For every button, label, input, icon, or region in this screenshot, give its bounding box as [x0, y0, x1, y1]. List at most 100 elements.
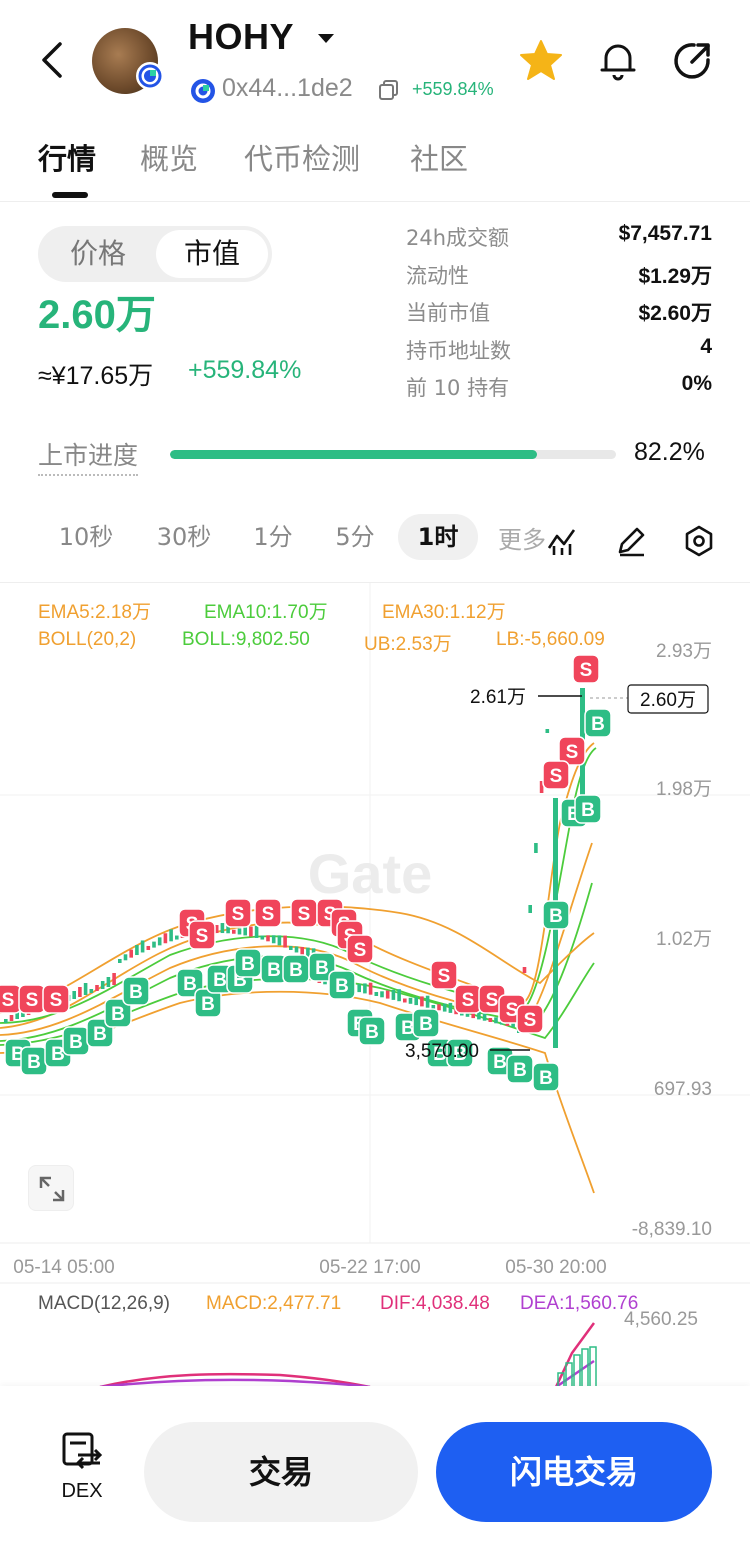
- sell-marker-label: S: [298, 904, 311, 925]
- sell-marker-label: S: [524, 1010, 537, 1031]
- up-candle: [391, 989, 396, 1000]
- share-icon[interactable]: [670, 38, 716, 84]
- buy-marker-label: B: [419, 1014, 433, 1035]
- chevron-down-icon[interactable]: [318, 34, 334, 43]
- buy-marker-label: B: [241, 954, 255, 975]
- buy-marker: B: [532, 1062, 560, 1092]
- flash-trade-button[interactable]: 闪电交易: [436, 1422, 712, 1522]
- up-candle: [135, 945, 139, 956]
- tab-indicator: [52, 192, 88, 198]
- draw-pen-icon[interactable]: [614, 524, 648, 558]
- down-candle: [95, 985, 99, 991]
- buy-marker: B: [584, 708, 612, 738]
- stat-label-holders: 持币地址数: [406, 339, 511, 363]
- cny-change: +559.84%: [188, 356, 302, 384]
- token-address: 0x44...1de2: [222, 74, 353, 102]
- sell-marker: S: [516, 1004, 544, 1034]
- down-candle: [163, 933, 168, 944]
- down-candle: [9, 1015, 14, 1021]
- down-candle: [283, 935, 287, 948]
- tab-overview[interactable]: 概览: [140, 136, 198, 178]
- toggle-mcap[interactable]: 市值: [156, 230, 268, 278]
- buy-marker: B: [412, 1008, 440, 1038]
- stat-value-volume: $7,457.71: [618, 222, 712, 245]
- sell-marker-label: S: [26, 990, 39, 1011]
- chart-canvas[interactable]: Gate SSSSSSSSSSSSSSSSSSSSBBBBBBBBBBBBBBB…: [0, 583, 750, 1387]
- down-candle: [146, 945, 151, 950]
- dex-label: DEX: [61, 1480, 103, 1502]
- sell-marker: S: [430, 960, 458, 990]
- up-candle: [220, 923, 225, 934]
- up-candle: [271, 935, 276, 944]
- sell-marker: S: [346, 934, 374, 964]
- buy-marker-label: B: [549, 906, 563, 927]
- sell-marker: S: [18, 984, 46, 1014]
- macd-dea-label: DEA:1,560.76: [520, 1293, 639, 1314]
- stat-value-mcap: $2.60万: [638, 302, 712, 325]
- sell-marker-label: S: [196, 926, 209, 947]
- star-icon[interactable]: [518, 38, 564, 82]
- buy-marker-label: B: [315, 958, 329, 979]
- up-candle: [152, 941, 156, 948]
- interval-1m[interactable]: 1分: [240, 514, 306, 560]
- up-candle: [72, 991, 76, 999]
- buy-marker-label: B: [591, 714, 605, 735]
- y-tick-label: 1.02万: [656, 929, 712, 950]
- max-price-label: 2.61万: [470, 687, 526, 708]
- interval-1h[interactable]: 1时: [398, 514, 478, 560]
- buy-marker-label: B: [513, 1060, 527, 1081]
- price-mcap-toggle: 价格 市值: [38, 226, 272, 282]
- back-arrow-icon[interactable]: [34, 38, 74, 82]
- listing-progress-label[interactable]: 上市进度: [38, 436, 139, 476]
- buy-marker-label: B: [129, 982, 143, 1003]
- expand-icon[interactable]: [28, 1165, 74, 1211]
- x-tick-label: 05-22 17:00: [319, 1257, 420, 1278]
- indicator-icon[interactable]: [546, 524, 580, 558]
- min-price-label: 3,570.00: [405, 1041, 479, 1062]
- up-candle: [169, 929, 173, 942]
- x-tick-label: 05-30 20:00: [505, 1257, 606, 1278]
- buy-marker-label: B: [335, 976, 349, 997]
- boll-lb-label: LB:-5,660.09: [496, 629, 605, 650]
- interval-5m[interactable]: 5分: [322, 514, 388, 560]
- up-candle: [4, 1019, 8, 1023]
- dex-button[interactable]: DEX: [52, 1430, 112, 1510]
- settings-hex-icon[interactable]: [682, 524, 716, 558]
- interval-30s[interactable]: 30秒: [144, 514, 224, 560]
- tab-token-check[interactable]: 代币检测: [244, 136, 360, 178]
- trade-button[interactable]: 交易: [144, 1422, 418, 1522]
- macd-value-label: MACD:2,477.71: [206, 1293, 342, 1314]
- up-candle: [237, 928, 242, 935]
- buy-marker-label: B: [539, 1068, 553, 1089]
- candlestick-chart[interactable]: Gate SSSSSSSSSSSSSSSSSSSSBBBBBBBBBBBBBBB…: [0, 582, 750, 1387]
- listing-progress-bar: [170, 450, 616, 459]
- down-candle: [232, 929, 236, 934]
- token-name[interactable]: HOHY: [188, 16, 294, 58]
- buy-marker-label: B: [267, 960, 281, 981]
- buy-marker: B: [62, 1026, 90, 1056]
- toggle-price[interactable]: 价格: [42, 230, 154, 278]
- boll-label: BOLL(20,2): [38, 629, 137, 650]
- tab-community[interactable]: 社区: [410, 136, 468, 178]
- stat-value-top10: 0%: [681, 372, 712, 395]
- sell-marker-label: S: [50, 990, 63, 1011]
- tab-market[interactable]: 行情: [38, 136, 96, 178]
- sell-marker-label: S: [566, 742, 579, 763]
- up-candle: [494, 1017, 498, 1024]
- current-price-label: 2.60万: [640, 690, 696, 711]
- bell-icon[interactable]: [596, 38, 640, 82]
- up-candle: [157, 937, 162, 946]
- macd-tick-label: 4,560.25: [624, 1309, 698, 1330]
- up-candle: [118, 959, 122, 963]
- sell-marker: S: [572, 654, 600, 684]
- sell-marker-label: S: [354, 940, 367, 961]
- up-candle: [106, 977, 111, 987]
- buy-marker-label: B: [201, 994, 215, 1015]
- stat-value-holders: 4: [700, 335, 712, 358]
- interval-10s[interactable]: 10秒: [46, 514, 126, 560]
- indicator-line: [0, 742, 595, 1029]
- up-candle: [123, 954, 128, 961]
- copy-icon[interactable]: [378, 79, 400, 101]
- interval-more[interactable]: 更多: [498, 520, 548, 555]
- buy-marker: B: [328, 970, 356, 1000]
